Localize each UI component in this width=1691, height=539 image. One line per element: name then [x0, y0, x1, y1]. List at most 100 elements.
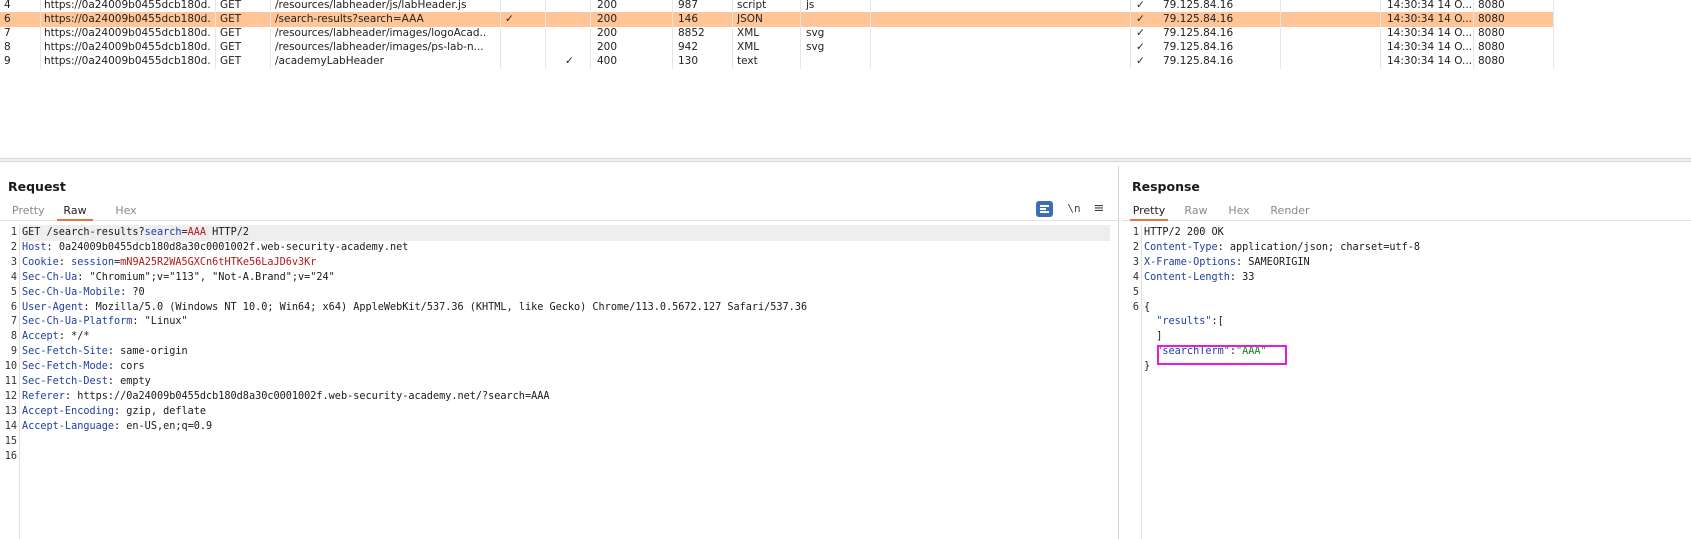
column-divider [270, 26, 271, 41]
cell-length: 8852 [678, 27, 705, 39]
request-tab-raw[interactable]: Raw [57, 204, 93, 221]
code-text: : ?0 [120, 286, 145, 298]
column-divider [40, 26, 41, 41]
column-divider [590, 54, 591, 69]
http-history-table[interactable]: 4 https://0a24009b0455dcb180d... GET/resou… [0, 0, 1691, 158]
history-row[interactable]: 6 https://0a24009b0455dcb180d... GET/searc… [0, 12, 1554, 27]
column-divider [545, 40, 546, 55]
column-divider [1473, 26, 1474, 41]
cell-params: ✓ [505, 13, 514, 25]
line-number [1122, 359, 1139, 375]
response-tab-pretty[interactable]: Pretty [1130, 204, 1168, 221]
line-number: 11 [4, 376, 17, 387]
column-divider [270, 12, 271, 27]
code-line: Content-Length: 33 [1144, 270, 1683, 286]
cell-host: https://0a24009b0455dcb180d... [44, 27, 210, 39]
code-value: mN9A25R2WA5GXCn6tHTKe56LaJD6v3Kr [120, 256, 317, 268]
column-divider [500, 12, 501, 27]
code-line: Accept-Language: en-US,en;q=0.9 [22, 419, 1110, 435]
cell-params [505, 54, 523, 69]
cell-status: 400 [597, 55, 618, 67]
code-line: Sec-Ch-Ua: "Chromium";v="113", "Not-A.Br… [22, 270, 1110, 286]
menu-icon[interactable]: ≡ [1091, 201, 1107, 217]
column-divider [1380, 40, 1381, 55]
column-divider [870, 12, 871, 27]
line-number: 6 [10, 301, 17, 313]
response-tab-hex[interactable]: Hex [1227, 204, 1251, 221]
column-divider [672, 40, 673, 55]
column-divider [1280, 40, 1281, 55]
line-number: 13 [4, 405, 17, 417]
column-divider [870, 54, 871, 69]
response-editor[interactable]: 1 2 3 4 5 6 HTTP/2 200 OK Content-Type: applic… [1122, 225, 1691, 539]
show-newlines-button[interactable]: \n [1066, 201, 1082, 217]
column-divider [590, 40, 591, 55]
code-line: ] [1144, 329, 1683, 345]
cell-ip: 79.125.84.16 [1163, 55, 1234, 67]
cell-method: GET [220, 55, 242, 67]
column-divider [590, 26, 591, 41]
code-text: HTTP/2 [206, 227, 249, 238]
column-divider [732, 40, 733, 55]
column-divider [870, 40, 871, 55]
cell-params [505, 40, 523, 55]
column-divider [545, 12, 546, 27]
cell-time: 14:30:34 14 O... [1387, 41, 1472, 53]
code-key: Content-Length [1144, 271, 1230, 283]
code-text: ] [1144, 331, 1163, 343]
history-row[interactable]: 7 https://0a24009b0455dcb180d... GET/resou… [0, 26, 1554, 41]
line-number: 12 [4, 390, 17, 402]
request-tab-pretty[interactable]: Pretty [12, 204, 45, 221]
code-key: Content-Type [1144, 241, 1218, 253]
code-text: : */* [58, 331, 90, 343]
word-wrap-icon[interactable] [1036, 201, 1053, 217]
cell-ext [806, 54, 866, 69]
line-number: 6 [1132, 301, 1139, 313]
line-number: 9 [10, 346, 17, 358]
code-text: GET /search-results? [22, 227, 145, 238]
column-divider [1130, 12, 1131, 27]
cell-status: 200 [597, 27, 618, 39]
code-key: X-Frame-Options [1144, 256, 1237, 268]
line-number: 2 [1132, 241, 1139, 253]
cell-host: https://0a24009b0455dcb180d... [44, 41, 210, 53]
cell-mime: text [737, 55, 758, 67]
cell-num: 7 [4, 27, 11, 39]
cell-url: /search-results?search=AAA [275, 13, 424, 25]
cell-mime: XML [737, 27, 760, 39]
response-title: Response [1132, 179, 1200, 194]
burp-window: 4 https://0a24009b0455dcb180d... GET/resou… [0, 0, 1691, 539]
cell-port: 8080 [1478, 13, 1505, 25]
response-tab-render[interactable]: Render [1270, 204, 1310, 221]
column-divider [40, 12, 41, 27]
response-tab-raw[interactable]: Raw [1184, 204, 1208, 221]
column-divider [1380, 54, 1381, 69]
code-key: Host [22, 241, 47, 253]
column-divider [1553, 54, 1554, 69]
cell-host: https://0a24009b0455dcb180d... [44, 55, 210, 67]
pane-splitter[interactable] [0, 158, 1691, 162]
request-editor[interactable]: 1 2 3 4 5 6 7 8 9 10 11 12 13 14 15 16 GET /search-resu… [0, 225, 1118, 539]
response-pane: Response Pretty Raw Hex Render 1 2 3 4 5 6 HT… [1122, 166, 1691, 539]
column-divider [732, 12, 733, 27]
code-text: : cors [107, 361, 145, 373]
code-line: User-Agent: Mozilla/5.0 (Windows NT 10.0… [22, 300, 1110, 316]
code-key: Sec-Fetch-Mode [22, 361, 108, 373]
history-row[interactable]: 9 https://0a24009b0455dcb180d... GET/acade… [0, 54, 1554, 69]
code-line: HTTP/2 200 OK [1144, 225, 1683, 241]
code-line: Sec-Ch-Ua-Mobile: ?0 [22, 285, 1110, 301]
code-value: AAA [187, 227, 207, 238]
column-divider [215, 40, 216, 55]
column-divider [1280, 12, 1281, 27]
code-key: Sec-Fetch-Site [22, 346, 108, 358]
cell-length: 942 [678, 41, 699, 53]
cell-time: 14:30:34 14 O... [1387, 13, 1472, 25]
column-divider [270, 40, 271, 55]
cell-params [505, 26, 523, 41]
history-row[interactable]: 8 https://0a24009b0455dcb180d... GET/resou… [0, 40, 1554, 55]
code-text: : en-US,en;q=0.9 [114, 420, 213, 432]
request-tab-hex[interactable]: Hex [114, 204, 138, 221]
cell-time: 14:30:34 14 O... [1387, 55, 1472, 67]
